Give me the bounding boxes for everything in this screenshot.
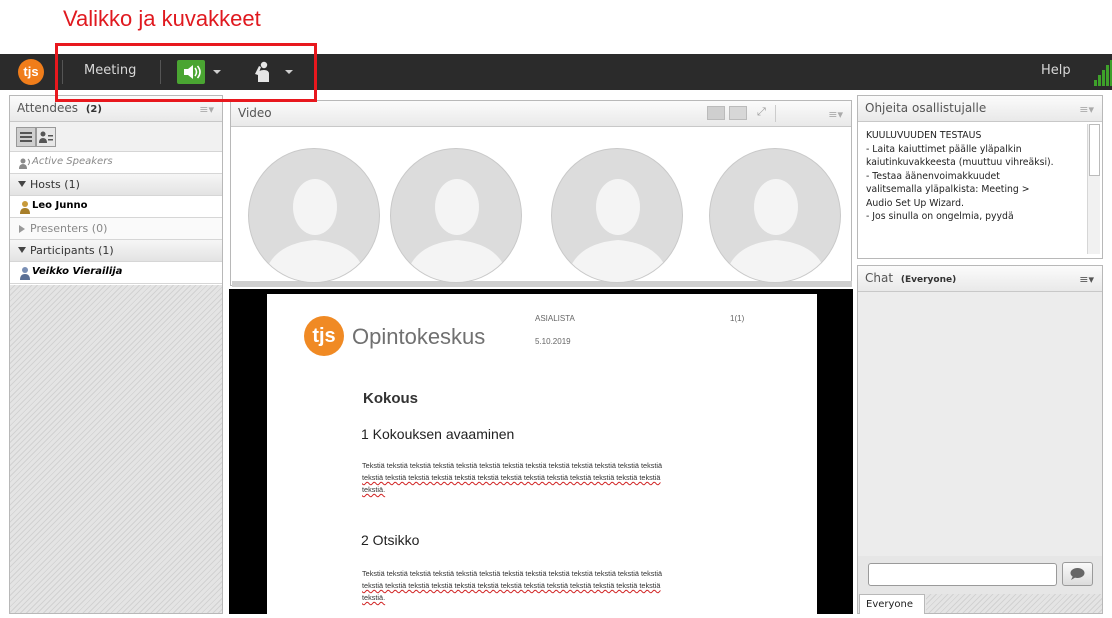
list-view-icon[interactable]: [16, 127, 36, 147]
status-view-icon[interactable]: [36, 127, 56, 147]
chat-title: Chat: [865, 271, 894, 285]
chat-header: Chat (Everyone) ≡▾: [858, 266, 1102, 292]
host-name: Leo Junno: [32, 200, 88, 211]
chat-input[interactable]: [868, 563, 1057, 586]
instructions-line: - Testaa äänenvoimakkuudet: [866, 170, 1000, 182]
chat-tab-everyone[interactable]: Everyone: [859, 594, 925, 614]
fullscreen-icon[interactable]: ⤢: [757, 105, 766, 119]
expand-right-icon: [19, 225, 25, 233]
document-section-1: 1 Kokouksen avaaminen: [361, 426, 515, 442]
attendee-participant-row[interactable]: Veikko Vierailija: [10, 262, 222, 284]
shared-document-page[interactable]: tjs Opintokeskus ASIALISTA 1(1) 5.10.201…: [267, 294, 817, 614]
chat-scope: (Everyone): [900, 275, 957, 285]
document-page-number: 1(1): [730, 314, 745, 323]
participants-section-label: Participants (1): [30, 244, 114, 257]
participants-section-header[interactable]: Participants (1): [10, 240, 222, 262]
attendees-pod: Attendees (2) ≡▾ Active Speakers Hosts (…: [9, 95, 223, 614]
active-speakers-label: Active Speakers: [32, 156, 113, 167]
document-logo-text: Opintokeskus: [352, 324, 486, 349]
hosts-section-header[interactable]: Hosts (1): [10, 174, 222, 196]
annotation-highlight-box: [55, 43, 317, 102]
expand-down-icon: [18, 247, 26, 253]
video-title: Video: [238, 106, 272, 120]
document-heading: Kokous: [363, 390, 419, 407]
document-date: 5.10.2019: [535, 337, 571, 346]
paragraph-line: Tekstiä tekstiä tekstiä tekstiä tekstiä …: [362, 461, 663, 470]
signal-bars-icon: [1094, 60, 1112, 86]
paragraph-line: Tekstiä tekstiä tekstiä tekstiä tekstiä …: [362, 569, 663, 578]
instructions-header: Ohjeita osallistujalle ≡▾: [858, 96, 1102, 122]
instructions-line: Audio Set Up Wizard.: [866, 197, 964, 209]
pod-menu-icon[interactable]: ≡▾: [1079, 273, 1094, 286]
video-avatar-placeholder: [390, 148, 522, 283]
document-paragraph-2: Tekstiä tekstiä tekstiä tekstiä tekstiä …: [362, 568, 757, 604]
chat-messages-area: [858, 292, 1102, 556]
instructions-pod: Ohjeita osallistujalle ≡▾ KUULUVUUDEN TE…: [857, 95, 1103, 259]
send-message-button[interactable]: [1062, 562, 1093, 586]
document-paragraph-1: Tekstiä tekstiä tekstiä tekstiä tekstiä …: [362, 460, 757, 496]
paragraph-line: tekstiä.: [362, 485, 386, 494]
pod-menu-icon[interactable]: ≡▾: [1079, 103, 1094, 116]
video-avatar-placeholder: [551, 148, 683, 283]
header-divider: [775, 105, 776, 122]
presenters-section-header[interactable]: Presenters (0): [10, 218, 222, 240]
paragraph-line: tekstiä.: [362, 593, 386, 602]
paragraph-line: tekstiä tekstiä tekstiä tekstiä tekstiä …: [362, 581, 661, 590]
annotation-label: Valikko ja kuvakkeet: [63, 6, 261, 31]
document-logo-mark: tjs: [304, 316, 344, 356]
expand-down-icon: [18, 181, 26, 187]
instructions-line: KUULUVUUDEN TESTAUS: [866, 130, 982, 141]
speech-bubble-icon: [1070, 568, 1085, 580]
app-logo: tjs: [18, 59, 44, 85]
instructions-text: KUULUVUUDEN TESTAUS - Laita kaiuttimet p…: [866, 129, 1084, 224]
help-menu[interactable]: Help: [1041, 63, 1071, 78]
empty-list-area: [10, 285, 222, 613]
document-section-2: 2 Otsikko: [361, 532, 420, 548]
document-title: ASIALISTA: [535, 314, 575, 323]
video-header: Video ⤢ ≡▾: [231, 101, 851, 127]
attendees-title: Attendees: [17, 101, 79, 115]
chat-tab-strip: [926, 594, 1102, 613]
attendee-host-row[interactable]: Leo Junno: [10, 196, 222, 218]
participant-name: Veikko Vierailija: [32, 266, 123, 277]
pod-menu-icon[interactable]: ≡▾: [828, 108, 843, 121]
attendees-count: (2): [85, 104, 102, 115]
pod-menu-icon[interactable]: ≡▾: [199, 103, 214, 116]
screenshot: Valikko ja kuvakkeet tjs Meeting Help At…: [0, 0, 1112, 618]
paragraph-line: tekstiä tekstiä tekstiä tekstiä tekstiä …: [362, 473, 661, 482]
attendees-toolbar: [10, 122, 222, 152]
video-avatar-placeholder: [709, 148, 841, 283]
filmstrip-layout-icon[interactable]: [729, 106, 747, 120]
participant-person-icon: [18, 266, 30, 280]
instructions-line: - Jos sinulla on ongelmia, pyydä: [866, 211, 1014, 222]
instructions-line: kaiutinkuvakkeesta (muuttuu vihreäksi).: [866, 157, 1054, 168]
active-speakers-icon: [18, 156, 30, 169]
video-avatar-placeholder: [248, 148, 380, 283]
host-person-icon: [18, 200, 30, 214]
instructions-scrollbar[interactable]: [1087, 124, 1100, 254]
scrollbar-thumb[interactable]: [1089, 124, 1100, 176]
instructions-line: - Laita kaiuttimet päälle yläpalkin: [866, 143, 1022, 155]
grid-layout-icon[interactable]: [707, 106, 725, 120]
hosts-section-label: Hosts (1): [30, 178, 80, 191]
active-speakers-row: Active Speakers: [10, 152, 222, 174]
instructions-title: Ohjeita osallistujalle: [865, 101, 987, 115]
instructions-line: valitsemalla yläpalkista: Meeting >: [866, 184, 1030, 195]
presenters-section-label: Presenters (0): [30, 222, 108, 235]
